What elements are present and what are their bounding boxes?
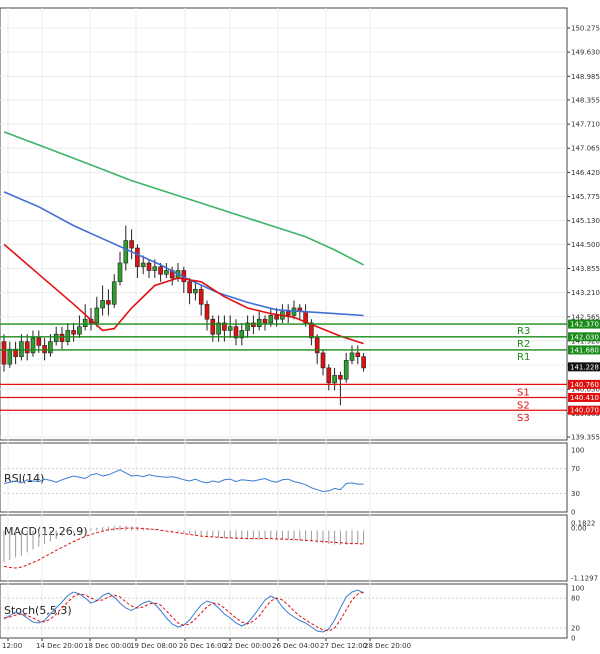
bullish-candle [268, 315, 274, 324]
current-price-label: 141.228 [570, 363, 599, 371]
level-price-label: 140.070 [570, 407, 599, 415]
macd-label: MACD(12,26,9) [4, 525, 88, 538]
rsi-tick-label: 30 [571, 490, 580, 498]
bearish-candle [106, 300, 111, 305]
time-tick-label: 14 Dec 20:00 [36, 642, 83, 650]
bearish-candle [187, 281, 192, 294]
stoch-tick-label: 20 [571, 625, 580, 633]
bullish-candle [100, 300, 105, 309]
time-tick-label: 18 Dec 00:00 [84, 642, 131, 650]
bearish-candle [135, 247, 140, 268]
macd-tick-label: -1.1297 [571, 575, 598, 583]
bullish-candle [332, 375, 337, 384]
level-price-label: 142.030 [570, 333, 599, 341]
time-tick-label: 26 Dec 04:00 [272, 642, 319, 650]
bearish-candle [59, 333, 65, 342]
bullish-candle [48, 341, 53, 354]
bearish-candle [210, 318, 216, 335]
bullish-candle [30, 337, 36, 354]
bullish-candle [111, 281, 117, 305]
price-tick-label: 148.355 [571, 96, 600, 104]
bullish-candle [7, 348, 13, 365]
time-tick-label: 12:00 [2, 642, 22, 650]
bullish-candle [19, 341, 24, 357]
level-name-r3: R3 [517, 326, 530, 337]
price-tick-label: 144.500 [571, 241, 600, 249]
bullish-candle [193, 288, 198, 294]
time-tick-label: 20 Dec 16:00 [179, 642, 226, 650]
bullish-candle [343, 360, 349, 380]
price-tick-label: 149.630 [571, 49, 600, 57]
macd-tick-label: 0.00 [571, 525, 587, 533]
forex-chart: 150.275 149.630 148.985 148.355 147.710 147.0… [0, 0, 600, 654]
bullish-candle [65, 330, 71, 342]
stoch-tick-label: 80 [571, 595, 580, 603]
time-tick-label: 19 Dec 08:00 [130, 642, 177, 650]
level-name-s3: S3 [517, 413, 530, 424]
bullish-candle [53, 333, 59, 342]
bullish-candle [82, 318, 88, 327]
bullish-candle [140, 262, 146, 268]
bullish-candle [77, 326, 82, 335]
bearish-candle [262, 318, 268, 324]
price-tick-label: 143.210 [571, 289, 600, 297]
bearish-candle [285, 311, 291, 316]
bearish-candle [320, 352, 326, 369]
bullish-candle [227, 326, 233, 331]
level-name-r2: R2 [517, 339, 530, 350]
stoch-tick-label: 100 [571, 585, 584, 593]
price-tick-label: 139.355 [571, 434, 600, 442]
level-price-label: 141.680 [570, 346, 599, 354]
bullish-candle [256, 318, 262, 327]
bearish-candle [1, 341, 7, 365]
level-name-s1: S1 [517, 387, 530, 398]
bearish-candle [274, 315, 279, 320]
price-tick-label: 147.065 [571, 145, 600, 153]
level-price-label: 140.410 [570, 394, 599, 402]
bullish-candle [349, 352, 355, 361]
bearish-candle [146, 262, 152, 271]
rsi-tick-label: 100 [571, 447, 584, 455]
time-tick-label: 22 Dec 00:00 [224, 642, 271, 650]
price-tick-label: 148.985 [571, 73, 600, 81]
rsi-tick-label: 0 [571, 509, 575, 517]
bearish-candle [198, 288, 204, 305]
level-price-label: 140.760 [570, 381, 599, 389]
bullish-candle [152, 266, 158, 271]
bearish-candle [36, 337, 42, 346]
price-tick-label: 145.775 [571, 193, 600, 201]
price-tick-label: 150.275 [571, 25, 600, 33]
bearish-candle [158, 266, 163, 275]
rsi-label: RSI(14) [4, 472, 44, 485]
bullish-candle [123, 240, 129, 264]
bearish-candle [71, 330, 76, 335]
bearish-candle [314, 337, 320, 354]
price-tick-label: 145.130 [571, 217, 600, 225]
bullish-candle [94, 307, 100, 324]
price-tick-label: 147.710 [571, 121, 600, 129]
bearish-candle [204, 303, 210, 320]
bearish-candle [42, 345, 47, 354]
bearish-candle [326, 367, 332, 384]
price-tick-label: 143.855 [571, 265, 600, 273]
bearish-candle [361, 356, 366, 369]
bearish-candle [338, 375, 343, 380]
price-tick-label: 146.420 [571, 169, 600, 177]
bullish-candle [164, 270, 169, 275]
time-tick-label: 27 Dec 12:00 [320, 642, 367, 650]
bullish-candle [117, 262, 123, 283]
rsi-tick-label: 70 [571, 465, 580, 473]
bearish-candle [24, 341, 30, 354]
bearish-candle [355, 352, 361, 357]
stoch-tick-label: 0 [571, 635, 575, 643]
level-name-r1: R1 [517, 352, 530, 363]
level-price-label: 142.370 [570, 321, 599, 329]
time-tick-label: 28 Dec 20:00 [364, 642, 411, 650]
bearish-candle [129, 240, 134, 249]
